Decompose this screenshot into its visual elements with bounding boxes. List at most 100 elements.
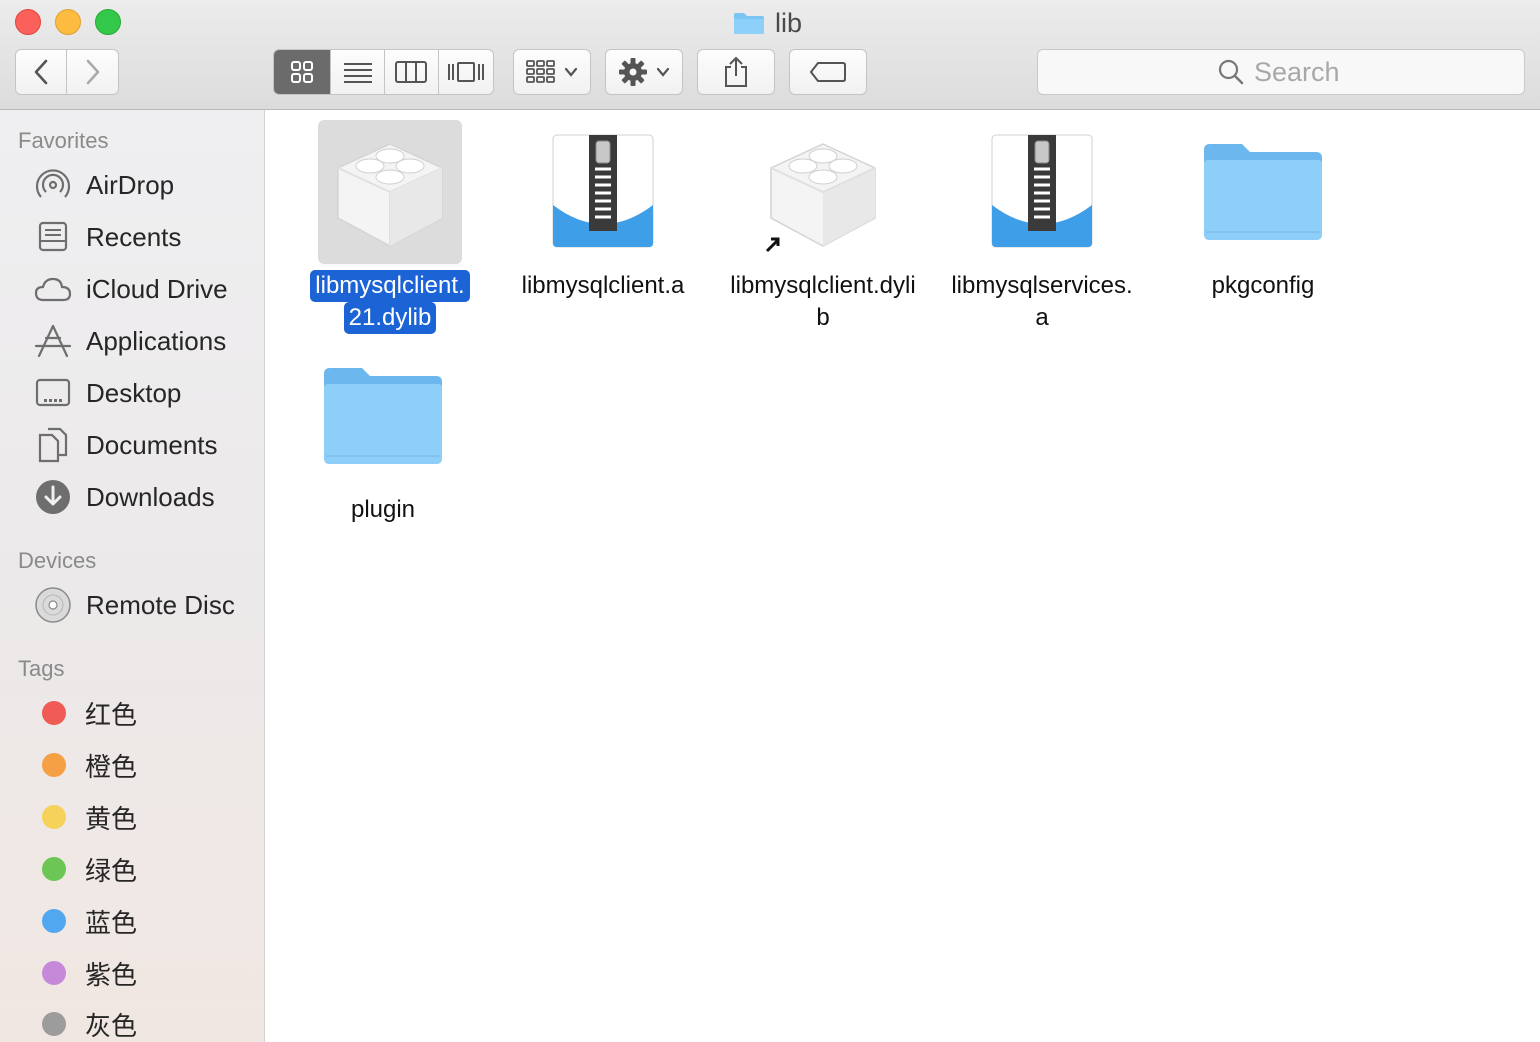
sidebar-tag-green[interactable]: 绿色: [34, 849, 137, 889]
back-button[interactable]: [16, 50, 68, 94]
sidebar-item-desktop[interactable]: Desktop: [34, 373, 181, 413]
sidebar-item-label: AirDrop: [86, 169, 175, 200]
tag-color-dot: [42, 961, 66, 985]
recents-icon: [38, 221, 68, 252]
share-icon: [725, 56, 747, 87]
file-name: pkgconfig: [1211, 272, 1315, 299]
gallery-view-button[interactable]: [439, 50, 493, 94]
minimize-window-button[interactable]: [55, 9, 81, 35]
zoom-window-button[interactable]: [95, 9, 121, 35]
arrange-grid-icon: [526, 60, 555, 83]
view-mode-control: [273, 49, 494, 95]
arrange-button[interactable]: [513, 49, 591, 95]
sidebar-item-label: iCloud Drive: [86, 273, 228, 304]
sidebar-item-label: 蓝色: [85, 907, 138, 938]
sidebar-item-label: 绿色: [85, 855, 138, 886]
gear-icon: [619, 58, 647, 86]
tag-icon: [809, 62, 846, 82]
library-icon: [337, 143, 443, 247]
zip-archive-icon: [552, 134, 654, 248]
airdrop-icon: [35, 169, 71, 198]
columns-icon: [395, 61, 428, 83]
documents-icon: [38, 427, 68, 463]
grid-icon: [291, 61, 314, 83]
search-input[interactable]: [1254, 56, 1344, 88]
sidebar-tag-orange[interactable]: 橙色: [34, 745, 137, 785]
tags-header: Tags: [18, 656, 65, 681]
list-view-button[interactable]: [331, 50, 385, 94]
tag-color-dot: [42, 753, 66, 777]
sidebar-tag-yellow[interactable]: 黄色: [34, 797, 137, 837]
sidebar-item-label: Documents: [86, 429, 218, 460]
tag-color-dot: [42, 805, 66, 829]
sidebar-tag-purple[interactable]: 紫色: [34, 953, 137, 993]
icon-view-button[interactable]: [274, 50, 332, 94]
downloads-icon: [36, 480, 70, 514]
file-item[interactable]: pkgconfig: [1153, 120, 1373, 302]
tag-color-dot: [42, 1012, 66, 1036]
sidebar-item-label: 黄色: [85, 803, 138, 834]
close-window-button[interactable]: [15, 9, 41, 35]
share-button[interactable]: [697, 49, 775, 95]
file-thumbnail: [531, 120, 675, 264]
sidebar-item-label: 灰色: [85, 1010, 138, 1041]
sidebar-item-label: 橙色: [85, 751, 138, 782]
sidebar-item-label: Desktop: [86, 377, 182, 408]
forward-button[interactable]: [67, 50, 118, 94]
file-thumbnail: [311, 344, 455, 488]
alias-arrow-icon: [763, 234, 783, 254]
sidebar-tag-blue[interactable]: 蓝色: [34, 901, 137, 941]
sidebar-item-icloud-drive[interactable]: iCloud Drive: [34, 269, 228, 309]
file-item[interactable]: libmysqlclient.dyli b: [713, 120, 933, 334]
chevron-down-icon: [564, 67, 578, 77]
sidebar-item-recents[interactable]: Recents: [34, 217, 181, 257]
folder-icon: [324, 368, 442, 464]
file-item[interactable]: plugin: [273, 344, 493, 526]
applications-icon: [34, 324, 72, 358]
window-title: lib: [733, 6, 802, 40]
sidebar-item-remote-disc[interactable]: Remote Disc: [34, 585, 235, 625]
file-item[interactable]: libmysqlclient.a: [493, 120, 713, 302]
tag-color-dot: [42, 909, 66, 933]
file-name: libmysqlclient. 21.dylib: [310, 270, 470, 334]
zip-archive-icon: [991, 134, 1093, 248]
window-title-text: lib: [775, 7, 803, 38]
file-name: plugin: [350, 496, 416, 523]
file-thumbnail: [970, 120, 1114, 264]
desktop-icon: [35, 378, 71, 407]
sidebar-tag-red[interactable]: 红色: [34, 693, 137, 733]
column-view-button[interactable]: [385, 50, 439, 94]
list-icon: [343, 63, 372, 83]
folder-icon: [734, 13, 764, 34]
search-field[interactable]: [1037, 49, 1525, 95]
sidebar-item-label: Recents: [86, 221, 182, 252]
edit-tags-button[interactable]: [789, 49, 867, 95]
search-icon: [1218, 59, 1244, 85]
sidebar-tag-gray[interactable]: 灰色: [34, 1004, 137, 1042]
cloud-icon: [34, 277, 72, 302]
file-name: libmysqlclient.a: [521, 272, 685, 299]
file-item[interactable]: libmysqlclient. 21.dylib: [280, 120, 500, 334]
file-thumbnail: [751, 120, 895, 264]
disc-icon: [35, 587, 71, 623]
sidebar-item-label: 紫色: [85, 959, 138, 990]
sidebar-item-airdrop[interactable]: AirDrop: [34, 165, 174, 205]
file-item[interactable]: libmysqlservices. a: [932, 120, 1152, 334]
file-name: libmysqlclient.dyli b: [730, 272, 916, 331]
sidebar-item-downloads[interactable]: Downloads: [34, 477, 215, 517]
action-button[interactable]: [605, 49, 683, 95]
file-name: libmysqlservices. a: [951, 272, 1133, 331]
sidebar-item-label: Downloads: [86, 481, 215, 512]
file-browser: libmysqlclient. 21.dylib libmysqlclient.a: [266, 110, 1540, 1042]
devices-header: Devices: [18, 548, 97, 573]
sidebar-item-documents[interactable]: Documents: [34, 425, 218, 465]
file-thumbnail: [318, 120, 462, 264]
sidebar-item-applications[interactable]: Applications: [34, 321, 226, 361]
sidebar: Favorites AirDrop Recents iCloud Drive A…: [0, 110, 265, 1042]
cover-flow-icon: [447, 62, 484, 82]
chevron-left-icon: [34, 59, 48, 85]
chevron-down-icon: [656, 67, 670, 77]
tag-color-dot: [42, 857, 66, 881]
favorites-header: Favorites: [18, 128, 109, 153]
window-toolbar: lib: [0, 0, 1540, 110]
